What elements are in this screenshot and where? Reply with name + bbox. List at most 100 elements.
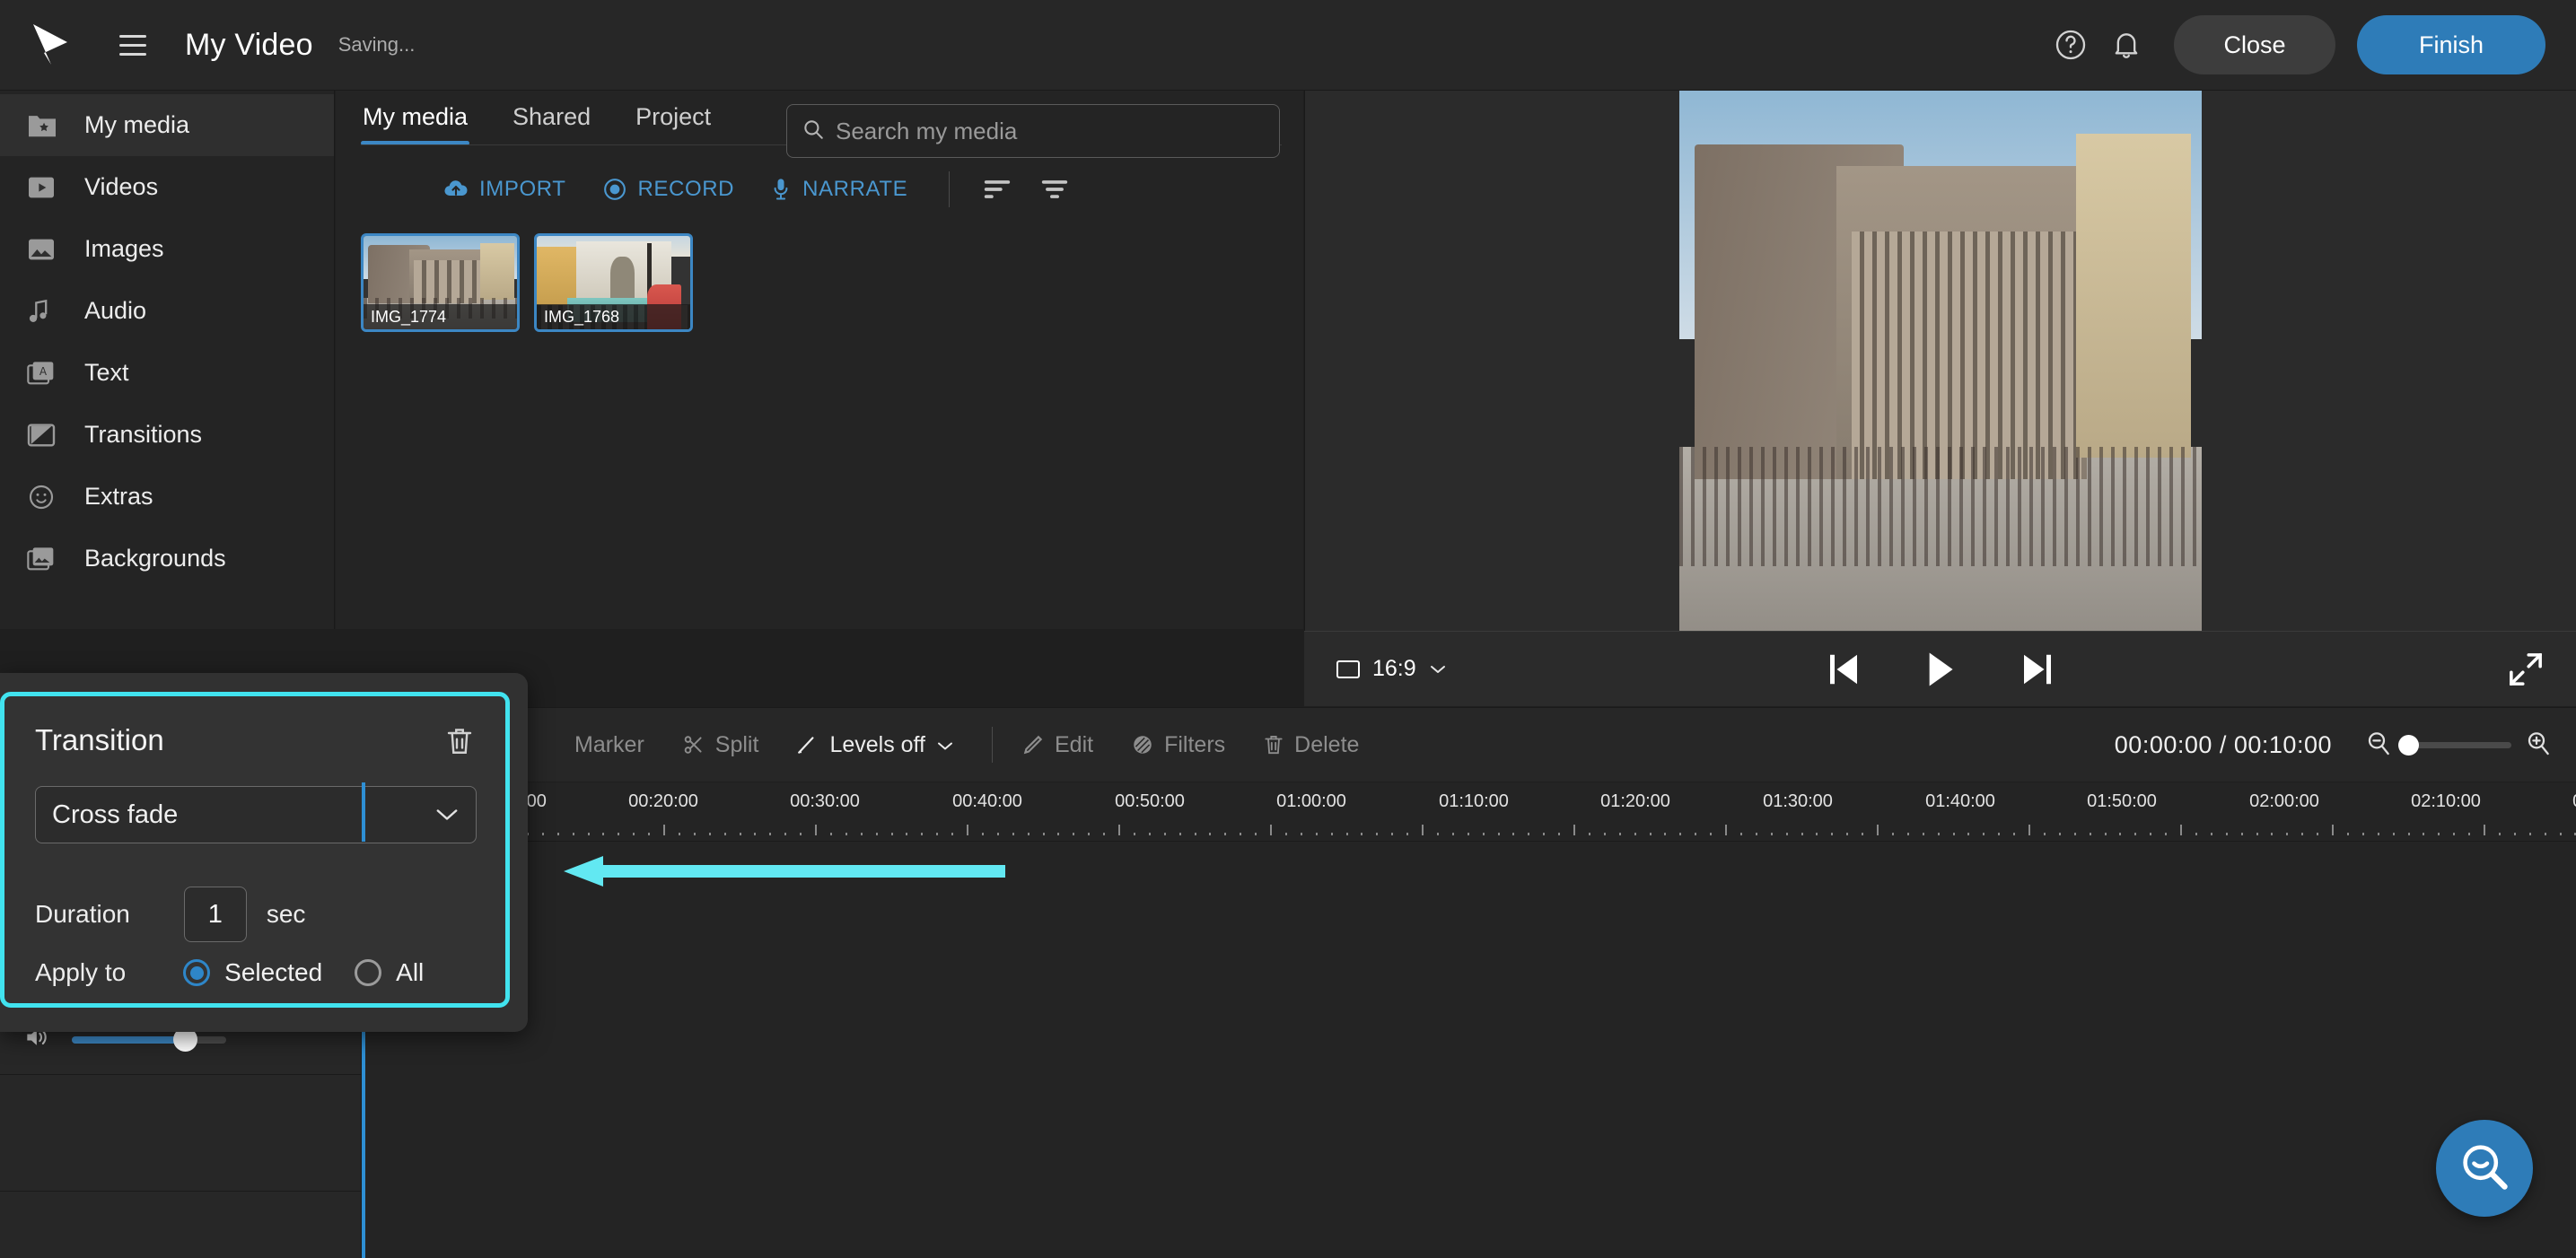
delete-button[interactable]: Delete: [1263, 732, 1359, 758]
bell-icon[interactable]: [2098, 17, 2154, 73]
duration-input[interactable]: [183, 887, 247, 942]
delete-label: Delete: [1294, 731, 1360, 757]
zoom-slider-handle[interactable]: [2398, 734, 2419, 756]
search-box[interactable]: [786, 104, 1280, 158]
help-search-bubble[interactable]: [2436, 1120, 2533, 1217]
ruler-tick: [602, 833, 605, 835]
playhead-top[interactable]: [362, 782, 365, 842]
sidebar-item-images[interactable]: Images: [0, 218, 334, 280]
ruler-tick: [1284, 833, 1287, 835]
ruler-tick: [1042, 833, 1045, 835]
ruler-tick: [618, 833, 620, 835]
sort-icon[interactable]: [977, 169, 1018, 210]
transition-type-select[interactable]: Cross fade: [35, 786, 477, 843]
ruler-tick: [967, 825, 968, 835]
ruler-tick: [890, 833, 893, 835]
volume-slider-track[interactable]: [72, 1026, 226, 1052]
ruler-tick: [1739, 833, 1742, 835]
fullscreen-icon[interactable]: [2504, 648, 2547, 691]
import-button[interactable]: IMPORT: [443, 177, 566, 202]
radio-all[interactable]: [355, 959, 382, 986]
sidebar-item-transitions[interactable]: Transitions: [0, 404, 334, 466]
zoom-slider-track[interactable]: [2398, 734, 2511, 756]
trash-icon[interactable]: [444, 725, 475, 757]
sidebar-item-backgrounds[interactable]: Backgrounds: [0, 528, 334, 590]
marker-button[interactable]: Marker: [574, 732, 644, 758]
ruler-tick: [2377, 833, 2379, 835]
narrate-label: NARRATE: [802, 177, 908, 201]
close-button[interactable]: Close: [2174, 15, 2335, 74]
ruler-tick: [1998, 833, 2001, 835]
ruler-tick: [1451, 833, 1454, 835]
sidebar-item-label: Videos: [84, 173, 159, 200]
filter-icon[interactable]: [1034, 169, 1075, 210]
ruler-tick: [1178, 833, 1181, 835]
media-item-img-1768[interactable]: IMG_1768: [534, 233, 693, 332]
hamburger-menu-icon[interactable]: [113, 25, 153, 65]
ruler-tick: [633, 833, 635, 835]
radio-selected[interactable]: [183, 959, 211, 986]
ruler-tick: [648, 833, 651, 835]
help-circle-icon[interactable]: [2043, 17, 2098, 73]
media-item-img-1774[interactable]: IMG_1774: [361, 233, 520, 332]
ruler-tick: [2423, 833, 2425, 835]
zoom-out-icon[interactable]: [2364, 729, 2393, 762]
ruler-tick-label: 00:40:00: [952, 791, 1022, 811]
ruler-tick: [1391, 833, 1394, 835]
skip-previous-icon[interactable]: [1818, 647, 1869, 692]
filters-button[interactable]: Filters: [1131, 732, 1225, 758]
video-icon: [27, 174, 68, 201]
record-label: RECORD: [637, 177, 735, 201]
search-input[interactable]: [836, 117, 1265, 145]
sidebar-item-label: Transitions: [84, 421, 203, 448]
play-logo-icon[interactable]: [27, 22, 74, 68]
sidebar-item-label: Extras: [84, 483, 153, 510]
music-note-icon: [27, 298, 68, 325]
sidebar-item-videos[interactable]: Videos: [0, 156, 334, 218]
ruler-tick: [663, 825, 665, 835]
ruler-tick: [1603, 833, 1606, 835]
zoom-in-icon[interactable]: [2524, 729, 2553, 762]
ruler-tick: [2468, 833, 2471, 835]
ruler-tick: [1785, 833, 1788, 835]
ruler-tick: [1891, 833, 1894, 835]
tab-shared[interactable]: Shared: [511, 103, 592, 145]
skip-next-icon[interactable]: [2012, 647, 2063, 692]
levels-button[interactable]: Levels off: [796, 732, 954, 758]
timeline-zoom-slider[interactable]: [2364, 729, 2553, 762]
record-button[interactable]: RECORD: [602, 177, 735, 202]
ruler-tick: [1710, 833, 1713, 835]
sidebar-item-my-media[interactable]: My media: [0, 94, 334, 156]
split-button[interactable]: Split: [682, 731, 759, 758]
sidebar-item-text[interactable]: A Text: [0, 342, 334, 404]
ruler-tick: [693, 833, 696, 835]
smiley-icon: [27, 484, 68, 511]
ruler-tick: [541, 833, 544, 835]
radio-all-label: All: [396, 958, 425, 986]
sidebar-item-label: Text: [84, 359, 129, 386]
sidebar-item-audio[interactable]: Audio: [0, 280, 334, 342]
ruler-tick: [2195, 833, 2197, 835]
ruler-tick: [860, 833, 863, 835]
ruler-tick: [1695, 833, 1697, 835]
ruler-tick: [875, 833, 878, 835]
finish-button[interactable]: Finish: [2357, 15, 2545, 74]
tab-my-media[interactable]: My media: [361, 103, 470, 145]
tab-project[interactable]: Project: [634, 103, 713, 145]
ruler-tick: [1422, 825, 1424, 835]
save-status: Saving...: [337, 33, 416, 56]
ruler-tick: [2484, 825, 2485, 835]
ruler-tick: [1088, 833, 1091, 835]
play-icon[interactable]: [1915, 647, 1966, 692]
edit-button[interactable]: Edit: [1021, 732, 1093, 758]
sidebar-item-label: My media: [84, 111, 190, 138]
aspect-ratio-selector[interactable]: 16:9: [1336, 656, 1447, 682]
ruler-tick: [951, 833, 954, 835]
filters-icon: [1131, 733, 1154, 756]
ruler-tick: [1330, 833, 1333, 835]
split-label: Split: [714, 731, 759, 757]
narrate-button[interactable]: NARRATE: [770, 177, 907, 202]
preview-image: [1679, 91, 2202, 631]
ruler-tick: [2013, 833, 2016, 835]
sidebar-item-extras[interactable]: Extras: [0, 466, 334, 528]
